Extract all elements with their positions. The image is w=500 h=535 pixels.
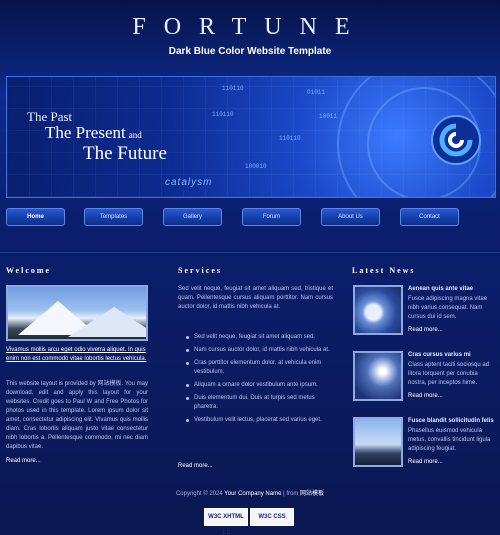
- cycle-logo-icon: [431, 115, 481, 165]
- hero-binary: 110110: [212, 111, 234, 118]
- list-item: Duis elementum dui. Duis at turpis sed m…: [186, 394, 332, 412]
- news-title[interactable]: Cras cursus varius mi: [408, 352, 471, 358]
- site-brand: FORTUNE: [132, 14, 368, 40]
- list-item: Cras porttitor elementum dolor, at vehic…: [186, 359, 332, 377]
- news-read-more[interactable]: Read more...: [408, 393, 443, 399]
- hero-binary: 110110: [222, 85, 244, 92]
- nav-contact[interactable]: Contact: [400, 208, 459, 226]
- hero-line-future: The Future: [83, 143, 167, 164]
- hero-binary: 10011: [319, 113, 338, 120]
- nav-gallery[interactable]: Gallery: [163, 208, 222, 226]
- mountain-photo: [6, 285, 148, 341]
- welcome-link[interactable]: Vivamus mollis arcu eget odio viverra al…: [6, 346, 148, 364]
- hero-binary: 01011: [307, 89, 326, 96]
- news-thumbnail: [353, 351, 403, 401]
- welcome-body: This website layout is provided by 网站模板.…: [6, 381, 148, 450]
- welcome-link-text[interactable]: Vivamus mollis arcu eget odio viverra al…: [6, 347, 146, 362]
- footer-company-link[interactable]: Your Company Name: [224, 491, 281, 497]
- nav-home[interactable]: Home: [6, 208, 65, 226]
- hero-binary: 100010: [245, 163, 267, 170]
- news-body: Phasellus euismod vehicula metus, conval…: [408, 428, 491, 452]
- divider: [0, 252, 500, 253]
- news-title[interactable]: Fusce blandit sollicitudin felis: [408, 418, 494, 424]
- welcome-heading: Welcome: [6, 266, 52, 275]
- nav-templates[interactable]: Templates: [84, 208, 143, 226]
- news-read-more[interactable]: Read more...: [408, 459, 443, 465]
- site-tagline: Dark Blue Color Website Template: [168, 46, 332, 57]
- footer-copyright: Copyright © 2024: [175, 491, 223, 497]
- page: FORTUNE Dark Blue Color Website Template…: [0, 0, 500, 535]
- css-badge[interactable]: W3C CSS: [250, 508, 294, 526]
- news-read-more[interactable]: Read more...: [408, 327, 443, 333]
- news-body: Class aptent taciti sociosqu ad litora t…: [408, 362, 490, 386]
- services-list: Sed velit neque, feugiat sit amet aliqua…: [186, 333, 332, 429]
- hero-catalyst: catalysm: [165, 177, 213, 188]
- list-item: Aliquam a ornare dolor vestibulum ante i…: [186, 381, 332, 390]
- news-body: Fusce adipiscing magna vitae nibh varius…: [408, 296, 488, 320]
- news-heading: Latest News: [352, 266, 416, 275]
- services-heading: Services: [178, 266, 222, 275]
- hero-banner: 110110 01011 110110 100010 110110 10011 …: [6, 76, 496, 198]
- list-item: Sed velit neque, feugiat sit amet aliqua…: [186, 333, 332, 342]
- services-intro: Sed velit neque, feugiat sit amet aliqua…: [178, 286, 333, 310]
- footer-separator: | from: [283, 491, 299, 497]
- mountain-shape: [68, 307, 146, 337]
- list-item: Nam cursus auctor dolor, id mattis nibh …: [186, 346, 332, 355]
- services-read-more[interactable]: Read more...: [178, 463, 213, 469]
- xhtml-badge[interactable]: W3C XHTML 1.0: [204, 508, 248, 535]
- hero-line-present: The Present and: [45, 123, 142, 143]
- nav-about-us[interactable]: About Us: [321, 208, 380, 226]
- hero-line-present-text: The Present: [45, 123, 126, 142]
- news-thumbnail: [353, 417, 403, 467]
- hero-binary: 110110: [279, 135, 301, 142]
- nav-forum[interactable]: Forum: [242, 208, 301, 226]
- hero-line-and: and: [128, 130, 142, 140]
- footer: Copyright © 2024 Your Company Name | fro…: [0, 488, 500, 497]
- list-item: Vestibulum velit lectus, placerat sed va…: [186, 416, 332, 425]
- footer-credit-link[interactable]: 网站模板: [300, 491, 324, 497]
- news-thumbnail: [353, 285, 403, 335]
- main-nav: Home Templates Gallery Forum About Us Co…: [0, 208, 500, 230]
- welcome-read-more[interactable]: Read more...: [6, 458, 41, 464]
- news-title[interactable]: Aenean quis ante vitae: [408, 286, 473, 292]
